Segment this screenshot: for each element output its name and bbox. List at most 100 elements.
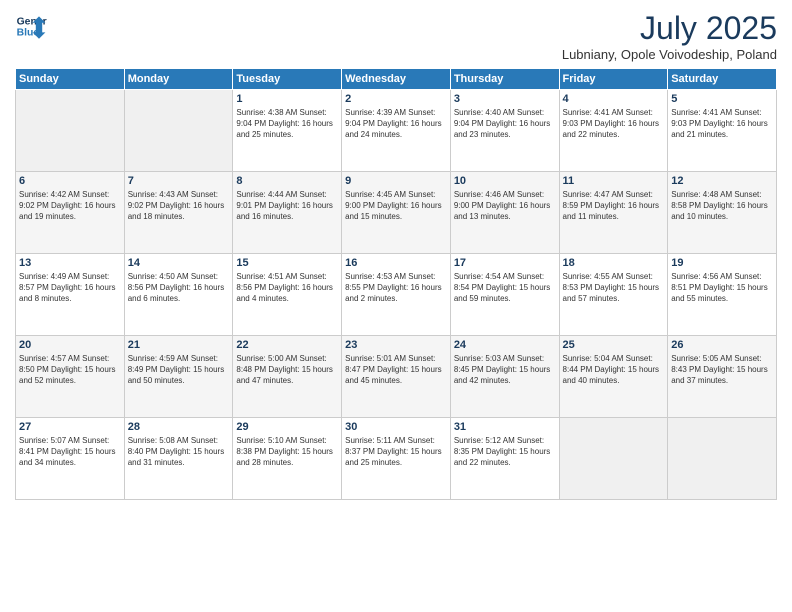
day-info: Sunrise: 5:00 AM Sunset: 8:48 PM Dayligh… xyxy=(236,353,338,387)
table-row: 25 Sunrise: 5:04 AM Sunset: 8:44 PM Dayli… xyxy=(559,336,668,418)
day-number: 2 xyxy=(345,93,447,105)
header-friday: Friday xyxy=(559,69,668,90)
table-row xyxy=(124,90,233,172)
day-number: 28 xyxy=(128,421,230,433)
day-number: 9 xyxy=(345,175,447,187)
calendar-row: 27 Sunrise: 5:07 AM Sunset: 8:41 PM Dayli… xyxy=(16,418,777,500)
table-row: 7 Sunrise: 4:43 AM Sunset: 9:02 PM Daylig… xyxy=(124,172,233,254)
calendar-row: 20 Sunrise: 4:57 AM Sunset: 8:50 PM Dayli… xyxy=(16,336,777,418)
day-info: Sunrise: 5:12 AM Sunset: 8:35 PM Dayligh… xyxy=(454,435,556,469)
day-info: Sunrise: 4:57 AM Sunset: 8:50 PM Dayligh… xyxy=(19,353,121,387)
day-number: 4 xyxy=(563,93,665,105)
location: Lubniany, Opole Voivodeship, Poland xyxy=(562,47,777,62)
day-info: Sunrise: 4:55 AM Sunset: 8:53 PM Dayligh… xyxy=(563,271,665,305)
day-number: 3 xyxy=(454,93,556,105)
header-sunday: Sunday xyxy=(16,69,125,90)
calendar-row: 13 Sunrise: 4:49 AM Sunset: 8:57 PM Dayli… xyxy=(16,254,777,336)
day-number: 14 xyxy=(128,257,230,269)
day-number: 16 xyxy=(345,257,447,269)
page-header: General Blue July 2025 Lubniany, Opole V… xyxy=(15,10,777,62)
table-row: 2 Sunrise: 4:39 AM Sunset: 9:04 PM Daylig… xyxy=(342,90,451,172)
day-number: 13 xyxy=(19,257,121,269)
day-info: Sunrise: 4:43 AM Sunset: 9:02 PM Dayligh… xyxy=(128,189,230,223)
table-row: 23Sunrise: 5:01 AM Sunset: 8:47 PM Dayli… xyxy=(342,336,451,418)
day-info: Sunrise: 4:38 AM Sunset: 9:04 PM Dayligh… xyxy=(236,107,338,141)
table-row: 8 Sunrise: 4:44 AM Sunset: 9:01 PM Daylig… xyxy=(233,172,342,254)
table-row: 27 Sunrise: 5:07 AM Sunset: 8:41 PM Dayli… xyxy=(16,418,125,500)
day-number: 29 xyxy=(236,421,338,433)
table-row: 6 Sunrise: 4:42 AM Sunset: 9:02 PM Daylig… xyxy=(16,172,125,254)
day-number: 11 xyxy=(563,175,665,187)
day-info: Sunrise: 4:48 AM Sunset: 8:58 PM Dayligh… xyxy=(671,189,773,223)
day-number: 7 xyxy=(128,175,230,187)
day-info: Sunrise: 4:41 AM Sunset: 9:03 PM Dayligh… xyxy=(563,107,665,141)
day-info: Sunrise: 4:39 AM Sunset: 9:04 PM Dayligh… xyxy=(345,107,447,141)
header-thursday: Thursday xyxy=(450,69,559,90)
table-row xyxy=(668,418,777,500)
day-info: Sunrise: 5:11 AM Sunset: 8:37 PM Dayligh… xyxy=(345,435,447,469)
day-number: 22 xyxy=(236,339,338,351)
table-row: 29 Sunrise: 5:10 AM Sunset: 8:38 PM Dayli… xyxy=(233,418,342,500)
day-number: 20 xyxy=(19,339,121,351)
day-number: 15 xyxy=(236,257,338,269)
day-info: Sunrise: 5:07 AM Sunset: 8:41 PM Dayligh… xyxy=(19,435,121,469)
month-title: July 2025 xyxy=(562,10,777,47)
day-number: 21 xyxy=(128,339,230,351)
day-number: 6 xyxy=(19,175,121,187)
day-number: 18 xyxy=(563,257,665,269)
day-number: 17 xyxy=(454,257,556,269)
table-row: 11 Sunrise: 4:47 AM Sunset: 8:59 PM Dayli… xyxy=(559,172,668,254)
table-row: 14 Sunrise: 4:50 AM Sunset: 8:56 PM Dayli… xyxy=(124,254,233,336)
weekday-header-row: Sunday Monday Tuesday Wednesday Thursday… xyxy=(16,69,777,90)
table-row: 12Sunrise: 4:48 AM Sunset: 8:58 PM Dayli… xyxy=(668,172,777,254)
calendar-row: 1 Sunrise: 4:38 AM Sunset: 9:04 PM Daylig… xyxy=(16,90,777,172)
day-number: 31 xyxy=(454,421,556,433)
table-row: 5Sunrise: 4:41 AM Sunset: 9:03 PM Daylig… xyxy=(668,90,777,172)
day-info: Sunrise: 4:53 AM Sunset: 8:55 PM Dayligh… xyxy=(345,271,447,305)
day-info: Sunrise: 5:05 AM Sunset: 8:43 PM Dayligh… xyxy=(671,353,773,387)
day-info: Sunrise: 5:03 AM Sunset: 8:45 PM Dayligh… xyxy=(454,353,556,387)
day-info: Sunrise: 4:46 AM Sunset: 9:00 PM Dayligh… xyxy=(454,189,556,223)
day-info: Sunrise: 4:42 AM Sunset: 9:02 PM Dayligh… xyxy=(19,189,121,223)
table-row xyxy=(559,418,668,500)
day-number: 26 xyxy=(671,339,773,351)
title-section: July 2025 Lubniany, Opole Voivodeship, P… xyxy=(562,10,777,62)
table-row xyxy=(16,90,125,172)
table-row: 13 Sunrise: 4:49 AM Sunset: 8:57 PM Dayli… xyxy=(16,254,125,336)
table-row: 31 Sunrise: 5:12 AM Sunset: 8:35 PM Dayli… xyxy=(450,418,559,500)
table-row: 21 Sunrise: 4:59 AM Sunset: 8:49 PM Dayli… xyxy=(124,336,233,418)
day-info: Sunrise: 4:50 AM Sunset: 8:56 PM Dayligh… xyxy=(128,271,230,305)
table-row: 15Sunrise: 4:51 AM Sunset: 8:56 PM Dayli… xyxy=(233,254,342,336)
day-info: Sunrise: 4:45 AM Sunset: 9:00 PM Dayligh… xyxy=(345,189,447,223)
day-number: 25 xyxy=(563,339,665,351)
day-number: 1 xyxy=(236,93,338,105)
table-row: 20 Sunrise: 4:57 AM Sunset: 8:50 PM Dayli… xyxy=(16,336,125,418)
logo-icon: General Blue xyxy=(15,10,47,42)
table-row: 10Sunrise: 4:46 AM Sunset: 9:00 PM Dayli… xyxy=(450,172,559,254)
header-monday: Monday xyxy=(124,69,233,90)
table-row: 1 Sunrise: 4:38 AM Sunset: 9:04 PM Daylig… xyxy=(233,90,342,172)
day-info: Sunrise: 4:54 AM Sunset: 8:54 PM Dayligh… xyxy=(454,271,556,305)
table-row: 26 Sunrise: 5:05 AM Sunset: 8:43 PM Dayli… xyxy=(668,336,777,418)
day-info: Sunrise: 4:59 AM Sunset: 8:49 PM Dayligh… xyxy=(128,353,230,387)
table-row: 28Sunrise: 5:08 AM Sunset: 8:40 PM Dayli… xyxy=(124,418,233,500)
day-number: 19 xyxy=(671,257,773,269)
day-info: Sunrise: 5:10 AM Sunset: 8:38 PM Dayligh… xyxy=(236,435,338,469)
table-row: 24 Sunrise: 5:03 AM Sunset: 8:45 PM Dayli… xyxy=(450,336,559,418)
day-info: Sunrise: 4:47 AM Sunset: 8:59 PM Dayligh… xyxy=(563,189,665,223)
day-info: Sunrise: 4:44 AM Sunset: 9:01 PM Dayligh… xyxy=(236,189,338,223)
day-number: 27 xyxy=(19,421,121,433)
header-tuesday: Tuesday xyxy=(233,69,342,90)
day-number: 24 xyxy=(454,339,556,351)
table-row: 30 Sunrise: 5:11 AM Sunset: 8:37 PM Dayli… xyxy=(342,418,451,500)
day-info: Sunrise: 4:41 AM Sunset: 9:03 PM Dayligh… xyxy=(671,107,773,141)
day-info: Sunrise: 4:49 AM Sunset: 8:57 PM Dayligh… xyxy=(19,271,121,305)
table-row: 4 Sunrise: 4:41 AM Sunset: 9:03 PM Daylig… xyxy=(559,90,668,172)
day-number: 30 xyxy=(345,421,447,433)
table-row: 3Sunrise: 4:40 AM Sunset: 9:04 PM Daylig… xyxy=(450,90,559,172)
table-row: 18 Sunrise: 4:55 AM Sunset: 8:53 PM Dayli… xyxy=(559,254,668,336)
table-row: 19Sunrise: 4:56 AM Sunset: 8:51 PM Dayli… xyxy=(668,254,777,336)
day-info: Sunrise: 5:04 AM Sunset: 8:44 PM Dayligh… xyxy=(563,353,665,387)
table-row: 9 Sunrise: 4:45 AM Sunset: 9:00 PM Daylig… xyxy=(342,172,451,254)
day-number: 8 xyxy=(236,175,338,187)
